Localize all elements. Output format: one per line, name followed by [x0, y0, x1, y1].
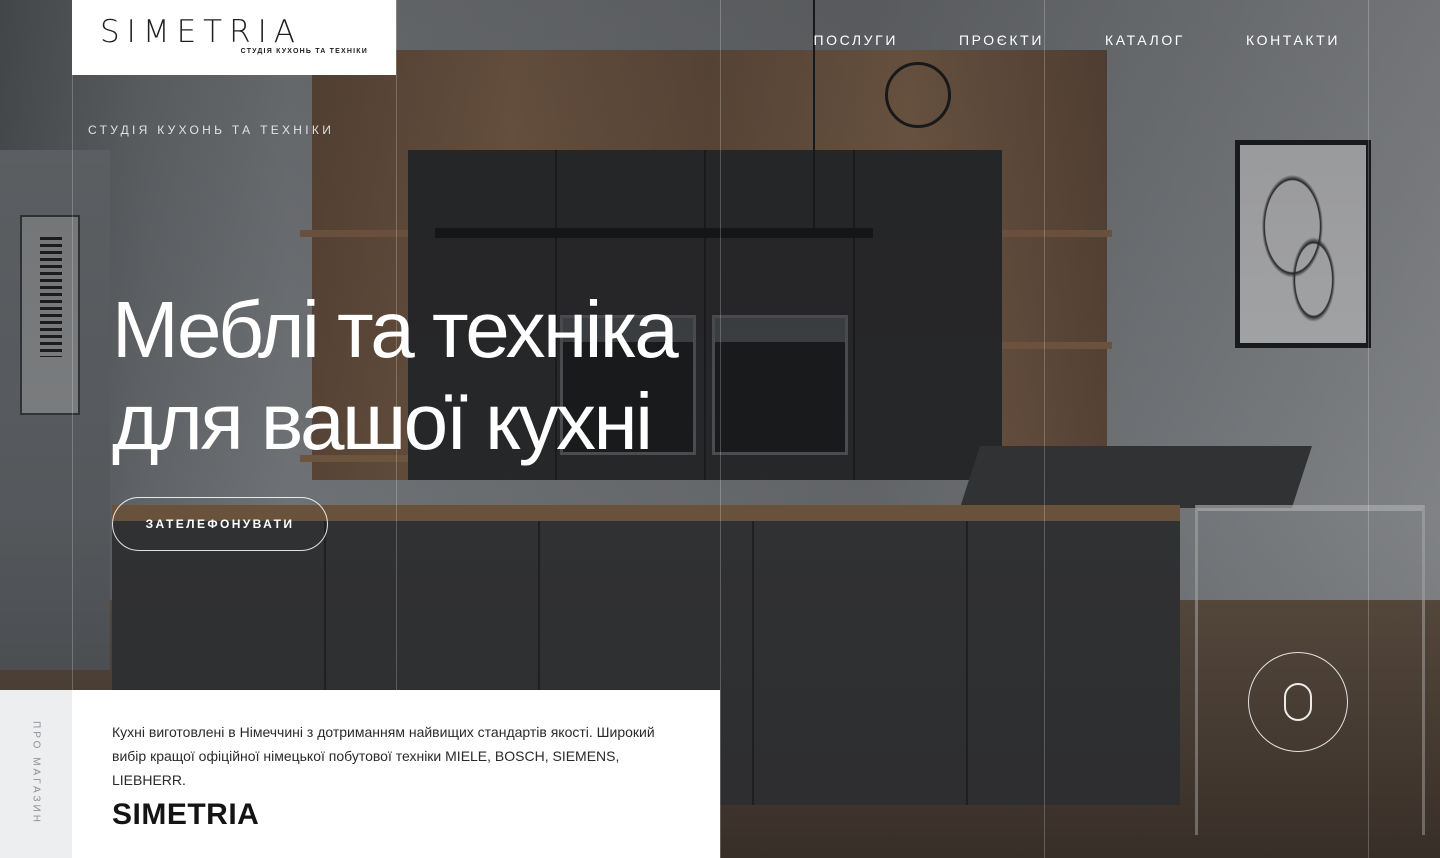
logo[interactable]: SIMETRIA СТУДІЯ КУХОНЬ ТА ТЕХНІКИ — [72, 0, 396, 75]
about-brand: SIMETRIA — [112, 798, 260, 831]
grid-line — [1368, 0, 1369, 858]
about-text: Кухні виготовлені в Німеччині з дотриман… — [112, 724, 655, 788]
logo-tagline: СТУДІЯ КУХОНЬ ТА ТЕХНІКИ — [240, 48, 368, 55]
call-button[interactable]: ЗАТЕЛЕФОНУВАТИ — [112, 497, 328, 551]
grid-line — [1044, 0, 1045, 858]
hero-eyebrow: СТУДІЯ КУХОНЬ ТА ТЕХНІКИ — [88, 123, 335, 137]
nav-item-projects[interactable]: ПРОЄКТИ — [959, 32, 1044, 48]
nav-item-catalog[interactable]: КАТАЛОГ — [1105, 32, 1185, 48]
logo-wordmark: SIMETRIA — [100, 14, 302, 50]
hero-title-line2: для вашої кухні — [112, 377, 653, 466]
mouse-scroll-icon — [1284, 683, 1312, 721]
nav-item-services[interactable]: ПОСЛУГИ — [813, 32, 898, 48]
nav-item-contacts[interactable]: КОНТАКТИ — [1246, 32, 1340, 48]
hero-title-line1: Меблі та техніка — [112, 285, 679, 374]
about-card: Кухні виготовлені в Німеччині з дотриман… — [72, 690, 720, 858]
main-nav: ПОСЛУГИ ПРОЄКТИ КАТАЛОГ КОНТАКТИ — [813, 32, 1340, 48]
hero-title: Меблі та техніка для вашої кухні — [112, 284, 752, 468]
about-store-label[interactable]: ПРО МАГАЗИН — [31, 721, 42, 825]
